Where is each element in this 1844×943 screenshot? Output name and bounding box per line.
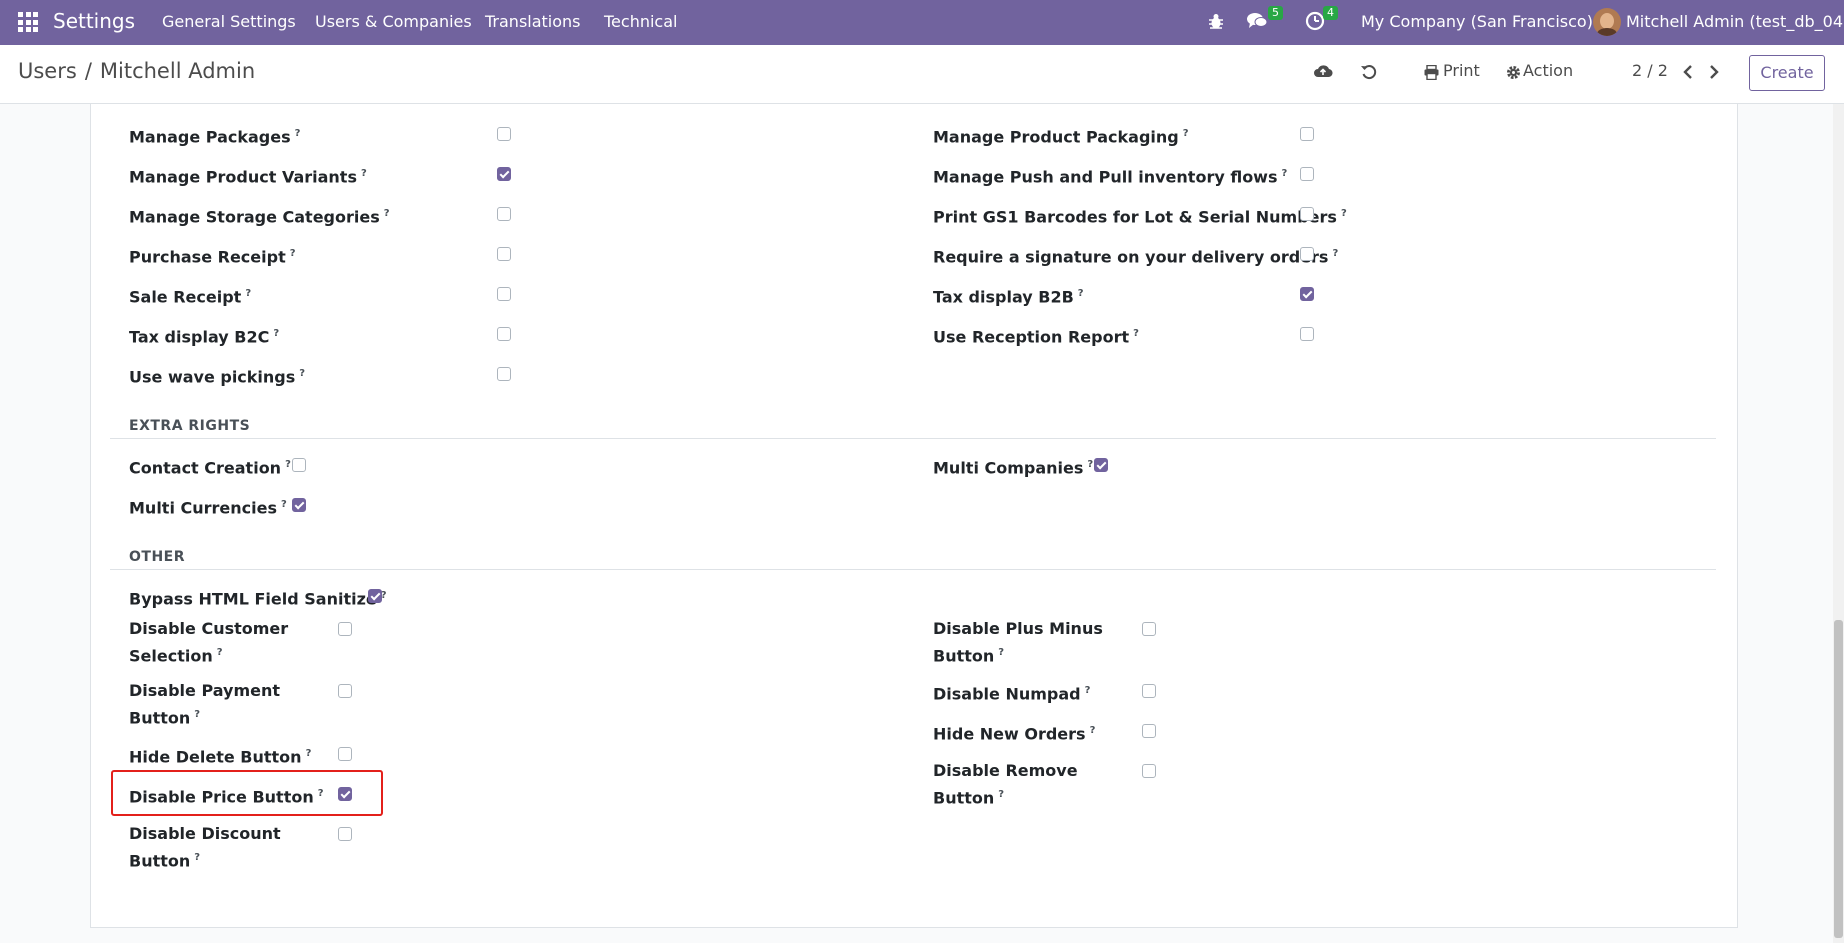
menu-general-settings[interactable]: General Settings [162,0,296,45]
scrollbar-thumb[interactable] [1834,620,1843,938]
label-contact-creation: Contact Creation? [129,458,291,478]
label-disable-payment-button: Disable Payment Button? [129,681,281,728]
label-manage-packages: Manage Packages? [129,127,301,147]
label-hide-delete-button: Hide Delete Button? [129,747,312,767]
label-disable-numpad: Disable Numpad? [933,684,1091,704]
breadcrumb: Users / Mitchell Admin [18,59,255,83]
menu-technical[interactable]: Technical [604,0,677,45]
chevron-right-icon[interactable] [1708,64,1720,80]
section-other: OTHER [129,549,186,565]
print-button[interactable]: Print [1443,61,1480,80]
label-disable-discount-button: Disable Discount Button? [129,824,281,871]
breadcrumb-users[interactable]: Users [18,59,77,83]
action-button[interactable]: Action [1523,61,1573,80]
apps-grid-icon[interactable] [18,12,38,32]
section-extra-rights: EXTRA RIGHTS [129,418,251,434]
menu-translations[interactable]: Translations [485,0,581,45]
print-icon[interactable] [1424,65,1439,80]
label-use-reception-report: Use Reception Report? [933,327,1139,347]
app-title[interactable]: Settings [53,0,135,45]
checkbox-sale-receipt[interactable] [497,287,511,301]
create-button[interactable]: Create [1749,55,1825,91]
checkbox-tax-display-b2c[interactable] [497,327,511,341]
label-print-gs1: Print GS1 Barcodes for Lot & Serial Numb… [933,207,1347,227]
gear-icon[interactable] [1506,65,1521,80]
divider [110,569,1716,570]
checkbox-use-reception-report[interactable] [1300,327,1314,341]
label-manage-push-pull: Manage Push and Pull inventory flows? [933,167,1288,187]
label-manage-product-packaging: Manage Product Packaging? [933,127,1189,147]
chat-count-badge: 5 [1268,6,1283,20]
checkbox-disable-customer-selection[interactable] [338,622,352,636]
checkbox-disable-price-button[interactable] [338,787,352,801]
company-switcher[interactable]: My Company (San Francisco) [1361,0,1593,45]
pager-value[interactable]: 2 / 2 [1632,61,1668,80]
checkbox-multi-currencies[interactable] [292,498,306,512]
label-hide-new-orders: Hide New Orders? [933,724,1096,744]
checkbox-hide-delete-button[interactable] [338,747,352,761]
checkbox-contact-creation[interactable] [292,458,306,472]
checkbox-manage-storage-categories[interactable] [497,207,511,221]
chevron-left-icon[interactable] [1682,64,1694,80]
checkbox-use-wave-pickings[interactable] [497,367,511,381]
checkbox-print-gs1[interactable] [1300,207,1314,221]
label-multi-currencies: Multi Currencies? [129,498,287,518]
label-tax-display-b2c: Tax display B2C? [129,327,280,347]
label-sale-receipt: Sale Receipt? [129,287,252,307]
checkbox-hide-new-orders[interactable] [1142,724,1156,738]
label-bypass-html: Bypass HTML Field Sanitize? [129,589,387,609]
breadcrumb-current: Mitchell Admin [99,59,256,83]
checkbox-bypass-html[interactable] [368,589,382,603]
checkbox-manage-product-packaging[interactable] [1300,127,1314,141]
breadcrumb-separator: / [84,59,92,83]
user-menu[interactable]: Mitchell Admin (test_db_04) [1626,0,1844,45]
top-navbar: Settings General Settings Users & Compan… [0,0,1844,45]
menu-users-companies[interactable]: Users & Companies [315,0,472,45]
divider [110,438,1716,439]
bug-icon[interactable] [1208,12,1224,30]
control-panel: Users / Mitchell Admin Print Action 2 / 2 … [0,45,1844,104]
discard-undo-icon[interactable] [1360,63,1378,81]
checkbox-manage-packages[interactable] [497,127,511,141]
label-disable-plus-minus-button: Disable Plus Minus Button? [933,619,1103,666]
checkbox-require-signature[interactable] [1300,247,1314,261]
checkbox-disable-numpad[interactable] [1142,684,1156,698]
label-manage-product-variants: Manage Product Variants? [129,167,367,187]
checkbox-disable-payment-button[interactable] [338,684,352,698]
chat-icon[interactable] [1246,11,1268,31]
checkbox-manage-product-variants[interactable] [497,167,511,181]
label-disable-customer-selection: Disable Customer Selection? [129,619,289,666]
checkbox-manage-push-pull[interactable] [1300,167,1314,181]
label-require-signature: Require a signature on your delivery ord… [933,247,1339,267]
label-use-wave-pickings: Use wave pickings? [129,367,306,387]
checkbox-purchase-receipt[interactable] [497,247,511,261]
clock-icon[interactable] [1305,11,1325,31]
checkbox-disable-plus-minus-button[interactable] [1142,622,1156,636]
label-disable-remove-button: Disable Remove Button? [933,761,1078,808]
avatar[interactable] [1593,8,1621,36]
checkbox-disable-discount-button[interactable] [338,827,352,841]
label-manage-storage-categories: Manage Storage Categories? [129,207,390,227]
checkbox-multi-companies[interactable] [1094,458,1108,472]
label-disable-price-button: Disable Price Button? [129,787,324,807]
label-multi-companies: Multi Companies? [933,458,1094,478]
activity-count-badge: 4 [1323,6,1338,20]
label-tax-display-b2b: Tax display B2B? [933,287,1084,307]
checkbox-disable-remove-button[interactable] [1142,764,1156,778]
label-purchase-receipt: Purchase Receipt? [129,247,296,267]
checkbox-tax-display-b2b[interactable] [1300,287,1314,301]
save-cloud-icon[interactable] [1313,63,1333,79]
